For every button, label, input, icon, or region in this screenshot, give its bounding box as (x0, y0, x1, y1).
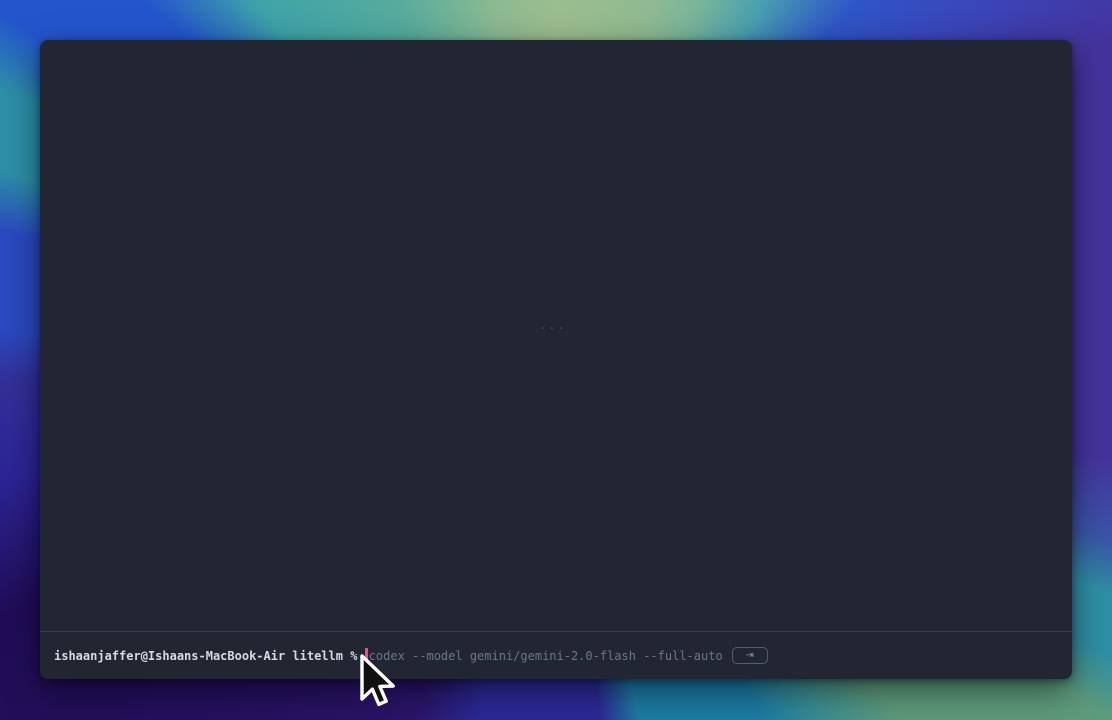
loading-ellipsis: ... (539, 318, 567, 332)
prompt-spacer (357, 648, 364, 664)
desktop-wallpaper: ... ishaanjaffer@Ishaans-MacBook-Air lit… (0, 0, 1112, 720)
text-caret (365, 648, 368, 663)
terminal-window: ... ishaanjaffer@Ishaans-MacBook-Air lit… (40, 40, 1072, 679)
terminal-output-area[interactable]: ... (40, 40, 1072, 631)
command-autosuggestion: codex --model gemini/gemini-2.0-flash --… (369, 648, 723, 664)
tab-key-icon: ⇥ (745, 651, 753, 661)
command-input-row[interactable]: ishaanjaffer@Ishaans-MacBook-Air litellm… (54, 632, 1062, 679)
tab-accept-hint[interactable]: ⇥ (732, 647, 768, 664)
shell-prompt: ishaanjaffer@Ishaans-MacBook-Air litellm… (54, 648, 357, 664)
